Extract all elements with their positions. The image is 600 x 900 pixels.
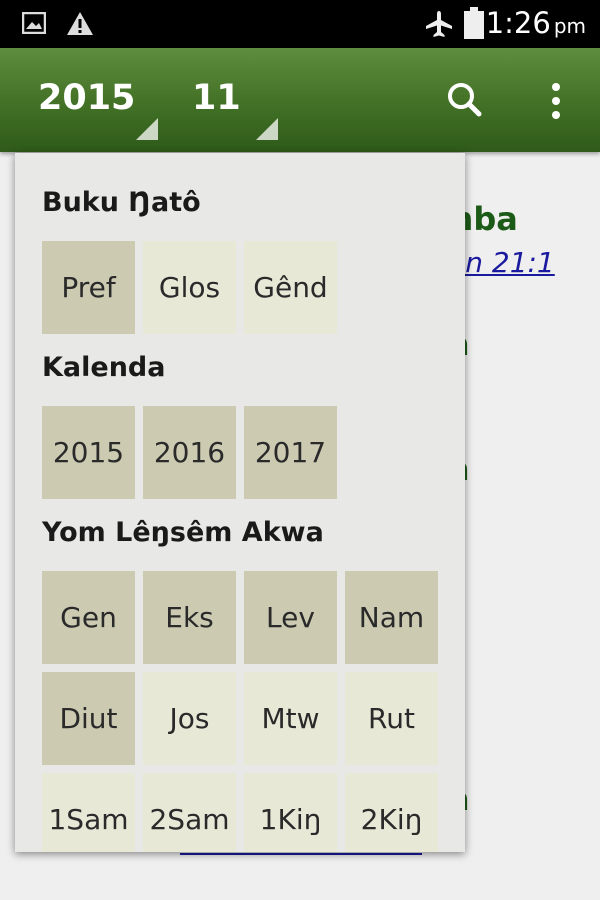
airplane-icon [426,11,452,37]
battery-icon [464,7,484,39]
menu-item-year-2017[interactable]: 2017 [244,406,337,499]
overflow-menu-icon [552,83,560,119]
section-title-kalenda: Kalenda [42,352,166,383]
search-icon [448,83,482,117]
book-menu-popup: Buku Ŋatô Pref Glos Gênd Kalenda 2015 20… [15,153,465,852]
menu-item-nam[interactable]: Nam [345,571,438,664]
menu-item-glos[interactable]: Glos [143,241,236,334]
menu-item-1sam[interactable]: 1Sam [42,773,135,852]
menu-item-diut[interactable]: Diut [42,672,135,765]
menu-item-year-2015[interactable]: 2015 [42,406,135,499]
buku-ngato-grid: Pref Glos Gênd [42,241,438,334]
app-toolbar: 2015 11 [0,48,600,152]
status-time-ampm: pm [553,14,586,38]
section-title-yom-lengsem-akwa: Yom Lêŋsêm Akwa [42,517,324,548]
section-title-buku-ngato: Buku Ŋatô [42,187,201,218]
menu-item-mtw[interactable]: Mtw [244,672,337,765]
menu-item-pref[interactable]: Pref [42,241,135,334]
menu-item-year-2016[interactable]: 2016 [143,406,236,499]
status-time: 1:26 pm [486,6,586,40]
menu-item-rut[interactable]: Rut [345,672,438,765]
kalenda-grid: 2015 2016 2017 [42,406,438,499]
books-grid: Gen Eks Lev Nam Diut Jos Mtw Rut 1Sam 2S… [42,571,438,852]
warning-icon [67,12,93,35]
dropdown-triangle-icon [136,118,158,140]
menu-item-1king[interactable]: 1Kiŋ [244,773,337,852]
image-icon [22,12,46,34]
month-spinner[interactable]: 11 [192,78,280,140]
menu-item-jos[interactable]: Jos [143,672,236,765]
menu-item-gen[interactable]: Gen [42,571,135,664]
status-time-value: 1:26 [485,6,551,40]
year-spinner-value: 2015 [38,78,136,118]
menu-item-eks[interactable]: Eks [143,571,236,664]
status-bar: 1:26 pm [0,0,600,48]
menu-item-lev[interactable]: Lev [244,571,337,664]
background-link-underline [180,853,422,855]
menu-item-2sam[interactable]: 2Sam [143,773,236,852]
search-button[interactable] [434,72,494,128]
menu-item-2king[interactable]: 2Kiŋ [345,773,438,852]
month-spinner-value: 11 [192,78,241,118]
year-spinner[interactable]: 2015 [38,78,158,140]
menu-item-gend[interactable]: Gênd [244,241,337,334]
overflow-menu-button[interactable] [526,72,586,128]
dropdown-triangle-icon [256,118,278,140]
